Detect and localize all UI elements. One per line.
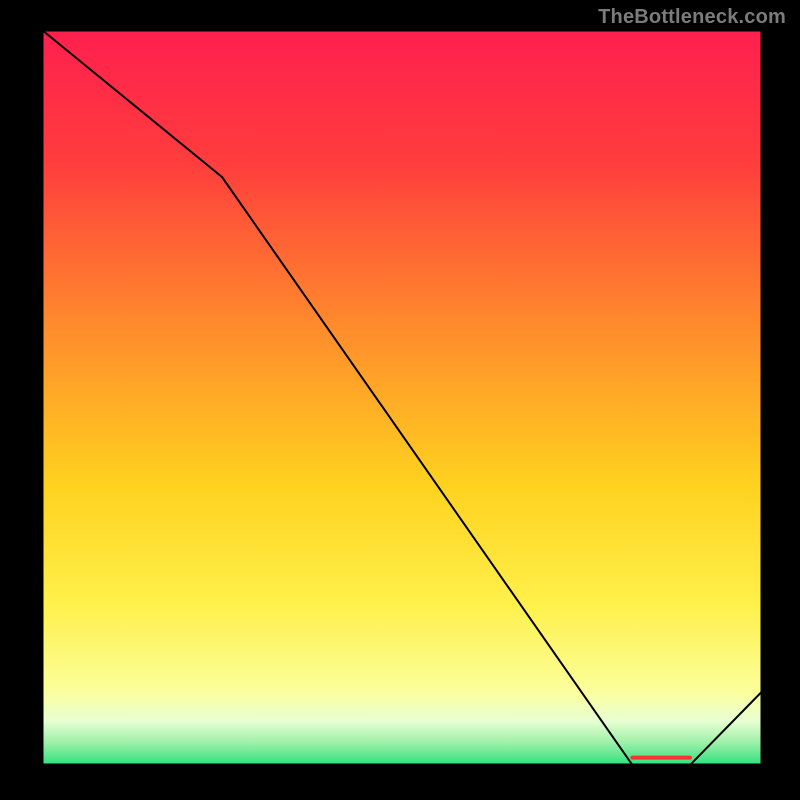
plot-area xyxy=(42,30,762,765)
watermark-text: TheBottleneck.com xyxy=(598,6,786,29)
chart-svg xyxy=(0,0,800,800)
chart-frame: TheBottleneck.com xyxy=(0,0,800,800)
